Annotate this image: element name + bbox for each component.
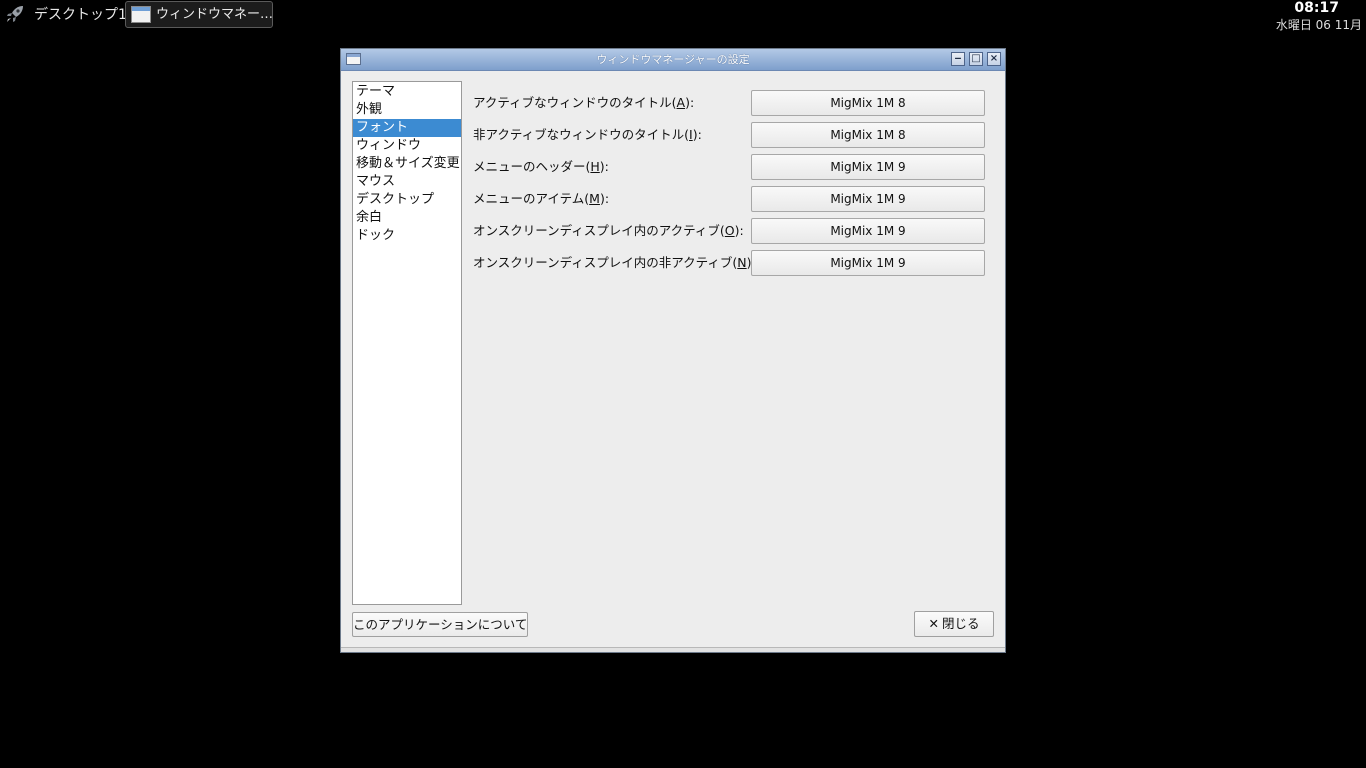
about-button[interactable]: このアプリケーションについて xyxy=(352,612,528,637)
top-panel: デスクトップ1 ウィンドウマネー… 08:17 水曜日 06 11月 xyxy=(0,0,1366,32)
window-title: ウィンドウマネージャーの設定 xyxy=(596,53,750,66)
osd-active-font-button[interactable]: MigMix 1M 9 xyxy=(751,218,985,244)
app-launcher-button[interactable] xyxy=(4,5,26,27)
sidebar-item-margins[interactable]: 余白 xyxy=(353,209,461,227)
menu-header-font-button[interactable]: MigMix 1M 9 xyxy=(751,154,985,180)
category-list: テーマ 外観 フォント ウィンドウ 移動＆サイズ変更 マウス デスクトップ 余白… xyxy=(352,81,462,605)
title-bar[interactable]: ウィンドウマネージャーの設定 ‒ □ × xyxy=(341,49,1005,71)
window-icon xyxy=(131,6,151,23)
desktop-switcher[interactable]: デスクトップ1 xyxy=(34,6,127,24)
osd-active-font-label: オンスクリーンディスプレイ内のアクティブ(O): xyxy=(473,223,744,238)
sidebar-item-mouse[interactable]: マウス xyxy=(353,173,461,191)
sidebar-item-windows[interactable]: ウィンドウ xyxy=(353,137,461,155)
window-bottom-frame xyxy=(341,647,1005,652)
rocket-icon xyxy=(5,4,25,28)
inactive-window-title-font-button[interactable]: MigMix 1M 8 xyxy=(751,122,985,148)
menu-item-font-button[interactable]: MigMix 1M 9 xyxy=(751,186,985,212)
minimize-icon: ‒ xyxy=(954,53,962,64)
active-window-title-font-button[interactable]: MigMix 1M 8 xyxy=(751,90,985,116)
maximize-icon: □ xyxy=(971,53,981,64)
taskbar-window-label: ウィンドウマネー… xyxy=(156,7,274,22)
close-icon: ✕ xyxy=(928,616,939,631)
window-manager-settings-dialog: ウィンドウマネージャーの設定 ‒ □ × テーマ 外観 フォント ウィンドウ 移… xyxy=(340,48,1006,653)
clock-date: 水曜日 06 11月 xyxy=(1275,18,1362,32)
sidebar-item-font[interactable]: フォント xyxy=(353,119,461,137)
osd-inactive-font-label: オンスクリーンディスプレイ内の非アクティブ(N): xyxy=(473,255,756,270)
sidebar-item-desktops[interactable]: デスクトップ xyxy=(353,191,461,209)
sidebar-item-theme[interactable]: テーマ xyxy=(353,83,461,101)
sidebar-item-appearance[interactable]: 外観 xyxy=(353,101,461,119)
minimize-button[interactable]: ‒ xyxy=(951,52,965,66)
clock-time: 08:17 xyxy=(1294,0,1339,16)
taskbar-window-button[interactable]: ウィンドウマネー… xyxy=(125,1,273,28)
close-button-label: 閉じる xyxy=(941,616,980,631)
maximize-button[interactable]: □ xyxy=(969,52,983,66)
close-window-button[interactable]: × xyxy=(987,52,1001,66)
osd-inactive-font-button[interactable]: MigMix 1M 9 xyxy=(751,250,985,276)
menu-header-font-label: メニューのヘッダー(H): xyxy=(473,159,609,174)
inactive-window-title-font-label: 非アクティブなウィンドウのタイトル(I): xyxy=(473,127,702,142)
sidebar-item-dock[interactable]: ドック xyxy=(353,227,461,245)
menu-item-font-label: メニューのアイテム(M): xyxy=(473,191,610,206)
close-button[interactable]: ✕ 閉じる xyxy=(914,611,994,637)
active-window-title-font-label: アクティブなウィンドウのタイトル(A): xyxy=(473,95,695,110)
sidebar-item-move-resize[interactable]: 移動＆サイズ変更 xyxy=(353,155,461,173)
close-icon: × xyxy=(989,53,999,64)
